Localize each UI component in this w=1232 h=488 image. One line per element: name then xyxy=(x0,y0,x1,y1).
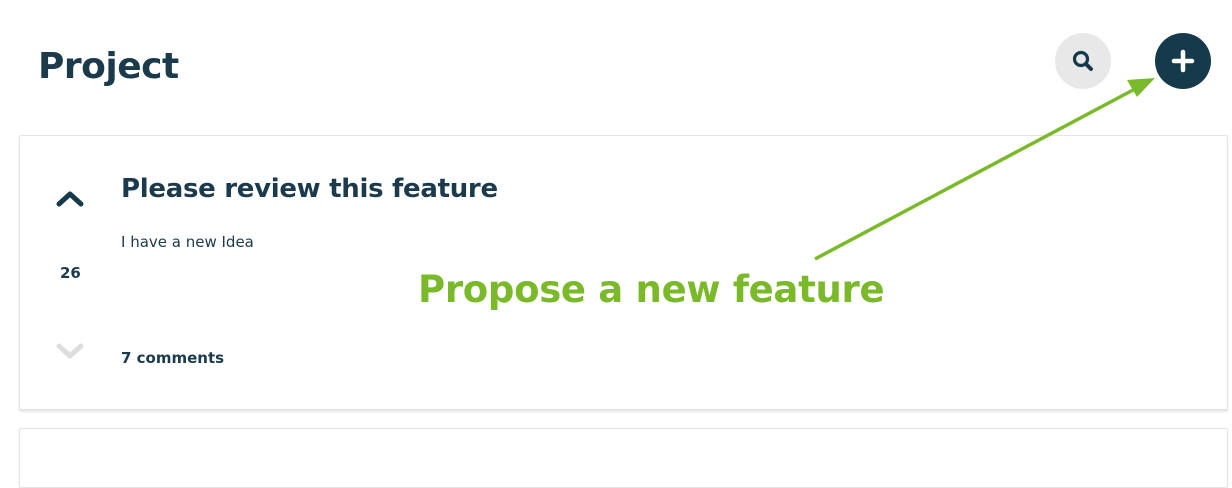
upvote-button[interactable] xyxy=(55,186,85,210)
vote-count: 26 xyxy=(60,264,81,282)
plus-icon xyxy=(1171,49,1195,73)
page-title: Project xyxy=(38,46,179,87)
search-button[interactable] xyxy=(1055,33,1111,89)
feature-description: I have a new Idea xyxy=(121,233,254,251)
annotation-label: Propose a new feature xyxy=(418,268,885,311)
comments-link[interactable]: 7 comments xyxy=(121,349,224,367)
chevron-down-icon xyxy=(56,343,84,359)
chevron-up-icon xyxy=(56,191,84,207)
search-icon xyxy=(1072,50,1093,71)
add-feature-button[interactable] xyxy=(1155,33,1211,89)
feature-title[interactable]: Please review this feature xyxy=(121,174,498,204)
downvote-button[interactable] xyxy=(55,339,85,363)
feature-card xyxy=(19,428,1228,488)
